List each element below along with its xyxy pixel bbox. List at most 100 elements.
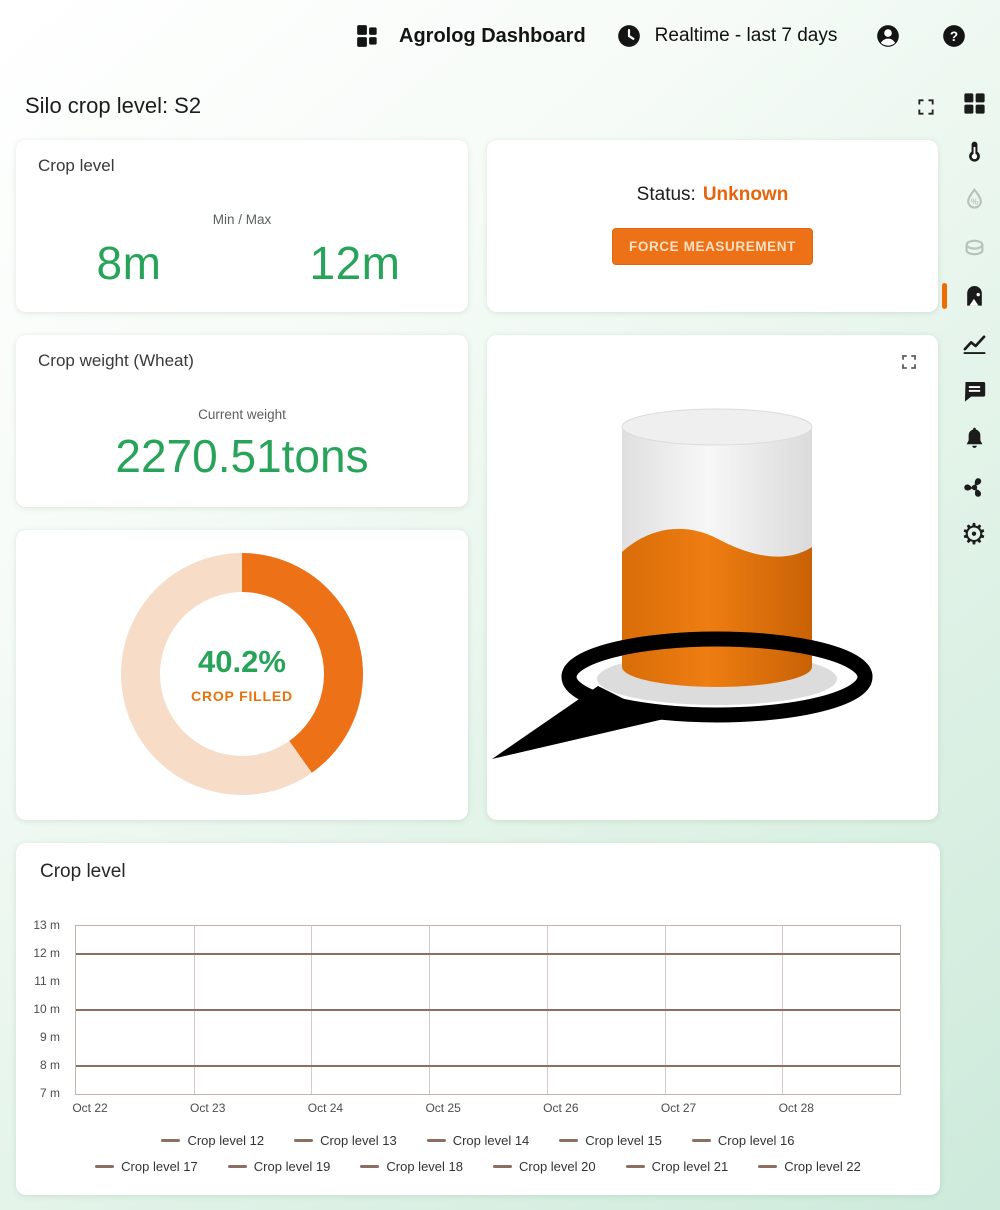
sidebar-item-messages[interactable]: [956, 373, 993, 410]
legend-label: Crop level 13: [320, 1133, 397, 1148]
legend-item[interactable]: Crop level 12: [161, 1133, 264, 1148]
chart-legend-row: Crop level 12 Crop level 13 Crop level 14 C…: [16, 1133, 940, 1148]
fullscreen-button[interactable]: [916, 97, 936, 120]
force-measurement-button[interactable]: FORCE MEASUREMENT: [612, 228, 813, 265]
chart-title: Crop level: [40, 861, 126, 883]
y-tick-label: 12 m: [12, 946, 60, 960]
y-tick-label: 8 m: [12, 1058, 60, 1072]
y-tick-label: 9 m: [12, 1030, 60, 1044]
legend-item[interactable]: Crop level 19: [228, 1159, 331, 1174]
chart-y-axis: 13 m12 m11 m10 m9 m8 m7 m: [20, 925, 68, 1093]
y-tick-label: 13 m: [12, 918, 60, 932]
x-tick-label: Oct 25: [425, 1101, 460, 1115]
clock-icon[interactable]: [616, 23, 642, 49]
card-title: Crop weight (Wheat): [38, 351, 194, 371]
bell-icon: [961, 426, 988, 453]
legend-item[interactable]: Crop level 13: [294, 1133, 397, 1148]
weight-value: 2270.51tons: [16, 429, 468, 483]
status-value: Unknown: [703, 184, 789, 205]
legend-dash-icon: [427, 1139, 446, 1142]
crop-weight-card: Crop weight (Wheat) Current weight 2270.…: [16, 335, 468, 507]
top-bar: Agrolog Dashboard Realtime - last 7 days…: [0, 0, 1000, 72]
x-tick-label: Oct 26: [543, 1101, 578, 1115]
help-button[interactable]: ?: [941, 23, 967, 49]
message-icon: [961, 378, 988, 405]
status-label: Status:: [637, 184, 696, 205]
legend-dash-icon: [294, 1139, 313, 1142]
legend-item[interactable]: Crop level 21: [626, 1159, 729, 1174]
svg-text:?: ?: [950, 29, 958, 44]
legend-dash-icon: [493, 1165, 512, 1168]
chart-x-axis: Oct 22Oct 23Oct 24Oct 25Oct 26Oct 27Oct …: [75, 1101, 899, 1117]
legend-item[interactable]: Crop level 15: [559, 1133, 662, 1148]
legend-item[interactable]: Crop level 18: [360, 1159, 463, 1174]
x-tick-label: Oct 27: [661, 1101, 696, 1115]
app-title: Agrolog Dashboard: [399, 25, 586, 48]
legend-dash-icon: [161, 1139, 180, 1142]
crop-level-chart-card: Crop level 13 m12 m11 m10 m9 m8 m7 m Oct…: [16, 843, 940, 1195]
y-tick-label: 7 m: [12, 1086, 60, 1100]
sidebar-item-dashboard[interactable]: [956, 85, 993, 122]
series-line: [76, 1009, 900, 1011]
app-logo-icon: [355, 23, 381, 49]
legend-dash-icon: [626, 1165, 645, 1168]
svg-text:%: %: [971, 197, 978, 206]
sidebar-item-silo[interactable]: [956, 277, 993, 314]
legend-label: Crop level 20: [519, 1159, 596, 1174]
sidebar-item-fan[interactable]: [956, 469, 993, 506]
sidebar-item-alarms[interactable]: [956, 421, 993, 458]
current-weight-label: Current weight: [16, 407, 468, 422]
help-icon: ?: [941, 23, 967, 49]
status-card: Status: Unknown FORCE MEASUREMENT: [487, 140, 938, 312]
legend-label: Crop level 14: [453, 1133, 530, 1148]
legend-item[interactable]: Crop level 17: [95, 1159, 198, 1174]
legend-item[interactable]: Crop level 16: [692, 1133, 795, 1148]
gear-icon: ⚙: [961, 522, 987, 549]
legend-dash-icon: [228, 1165, 247, 1168]
legend-dash-icon: [758, 1165, 777, 1168]
legend-label: Crop level 15: [585, 1133, 662, 1148]
silo-fullscreen-button[interactable]: [900, 353, 918, 374]
legend-label: Crop level 12: [187, 1133, 264, 1148]
chart-legend-row: Crop level 17 Crop level 19 Crop level 18 C…: [16, 1159, 940, 1174]
sidebar-item-trends[interactable]: [956, 325, 993, 362]
fullscreen-icon: [900, 353, 918, 371]
min-max-label: Min / Max: [16, 212, 468, 227]
sidebar-item-settings[interactable]: ⚙: [956, 517, 992, 554]
sidebar-item-thermometer[interactable]: [956, 133, 993, 170]
x-tick-label: Oct 24: [308, 1101, 343, 1115]
sidebar-item-humidity[interactable]: %: [956, 181, 993, 218]
sidebar-item-silage[interactable]: [956, 229, 993, 266]
legend-label: Crop level 19: [254, 1159, 331, 1174]
y-tick-label: 11 m: [12, 974, 60, 988]
legend-label: Crop level 18: [386, 1159, 463, 1174]
right-sidebar: %: [951, 85, 997, 554]
legend-dash-icon: [559, 1139, 578, 1142]
legend-label: Crop level 21: [652, 1159, 729, 1174]
legend-label: Crop level 17: [121, 1159, 198, 1174]
trend-chart-icon: [961, 330, 988, 357]
legend-dash-icon: [692, 1139, 711, 1142]
dashboard-grid-icon: [961, 90, 988, 117]
silo-icon: [961, 282, 988, 309]
silo-visual-card: [487, 335, 938, 820]
status-line: Status: Unknown: [487, 184, 938, 206]
crop-level-card: Crop level Min / Max 8m 12m: [16, 140, 468, 312]
fill-caption: CROP FILLED: [191, 688, 293, 704]
humidity-icon: %: [961, 186, 988, 213]
series-line: [76, 1065, 900, 1067]
x-tick-label: Oct 23: [190, 1101, 225, 1115]
legend-item[interactable]: Crop level 14: [427, 1133, 530, 1148]
crop-filled-donut-chart: 40.2% CROP FILLED: [121, 553, 363, 795]
account-button[interactable]: [875, 23, 901, 49]
legend-item[interactable]: Crop level 22: [758, 1159, 861, 1174]
account-icon: [875, 23, 901, 49]
silage-layers-icon: [961, 234, 988, 261]
fan-icon: [961, 474, 988, 501]
chart-plot-area: [75, 925, 901, 1095]
y-tick-label: 10 m: [12, 1002, 60, 1016]
time-range-label[interactable]: Realtime - last 7 days: [655, 25, 838, 47]
legend-label: Crop level 16: [718, 1133, 795, 1148]
legend-dash-icon: [95, 1165, 114, 1168]
legend-item[interactable]: Crop level 20: [493, 1159, 596, 1174]
